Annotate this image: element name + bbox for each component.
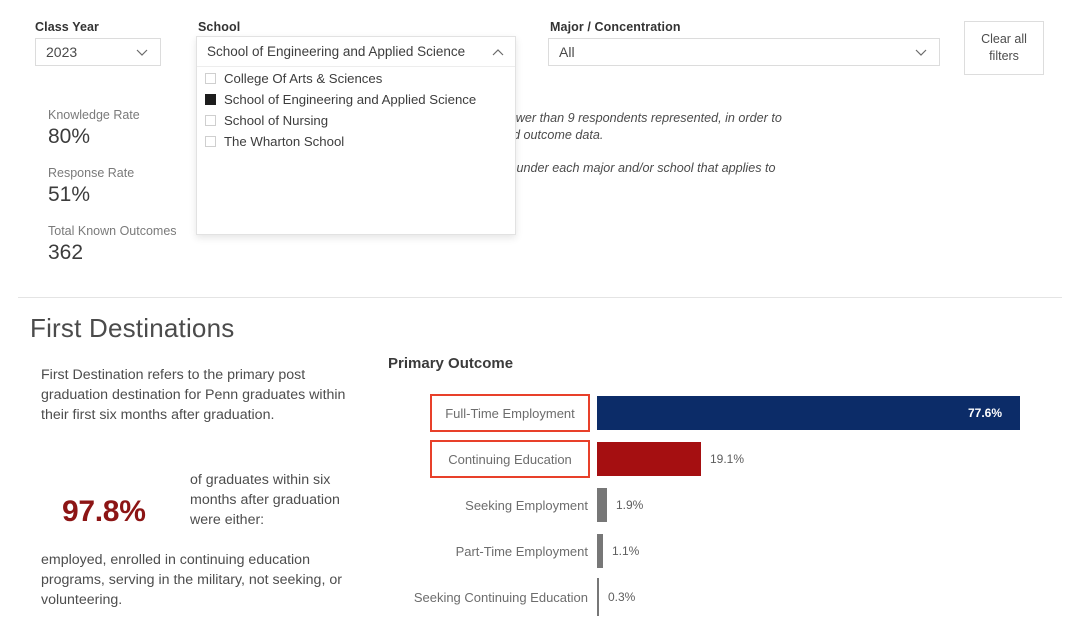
kpi-knowledge-rate: Knowledge Rate 80% [48, 108, 140, 149]
first-destinations-intro: First Destination refers to the primary … [41, 365, 361, 425]
chart-bar[interactable] [597, 442, 701, 476]
clear-all-filters-button[interactable]: Clear all filters [964, 21, 1044, 75]
kpi-value: 80% [48, 125, 140, 149]
school-option-list: College Of Arts & Sciences School of Eng… [197, 68, 515, 152]
primary-outcome-bar-chart: Full-Time Employment77.6%Continuing Educ… [388, 390, 1068, 634]
kpi-value: 362 [48, 241, 177, 265]
checkbox-unchecked-icon[interactable] [205, 136, 216, 147]
chart-category-label-highlighted[interactable]: Full-Time Employment [430, 394, 590, 432]
kpi-label: Knowledge Rate [48, 108, 140, 122]
section-divider [18, 297, 1062, 298]
school-dropdown-panel[interactable]: School of Engineering and Applied Scienc… [196, 36, 516, 235]
class-year-label: Class Year [35, 20, 99, 34]
kpi-response-rate: Response Rate 51% [48, 166, 134, 207]
chart-bar[interactable] [597, 396, 1020, 430]
big-percentage-description: of graduates within six months after gra… [190, 470, 360, 530]
chart-value-label: 19.1% [710, 436, 744, 482]
kpi-total-known-outcomes: Total Known Outcomes 362 [48, 224, 177, 265]
big-percentage: 97.8% [62, 495, 146, 529]
chart-value-label: 1.1% [612, 528, 639, 574]
checkbox-unchecked-icon[interactable] [205, 73, 216, 84]
chart-bar[interactable] [597, 534, 603, 568]
major-value: All [559, 44, 913, 60]
checkbox-checked-icon[interactable] [205, 94, 216, 105]
major-dropdown[interactable]: All [548, 38, 940, 66]
school-option-arts-sciences[interactable]: College Of Arts & Sciences [197, 68, 515, 89]
class-year-dropdown[interactable]: 2023 [35, 38, 161, 66]
chart-category-label-highlighted[interactable]: Continuing Education [430, 440, 590, 478]
school-option-label: School of Nursing [224, 113, 328, 128]
school-option-wharton[interactable]: The Wharton School [197, 131, 515, 152]
chart-bar-row[interactable]: Part-Time Employment 1.1% [388, 528, 1068, 574]
chart-bar-row[interactable]: Seeking Continuing Education 0.3% [388, 574, 1068, 620]
chevron-up-icon[interactable] [490, 44, 506, 60]
chart-title: Primary Outcome [388, 355, 513, 372]
chevron-down-icon [134, 44, 150, 60]
school-option-engineering[interactable]: School of Engineering and Applied Scienc… [197, 89, 515, 110]
school-option-label: School of Engineering and Applied Scienc… [224, 92, 476, 107]
chart-bar-row[interactable]: Continuing Education 19.1% [388, 436, 1068, 482]
clear-all-filters-line2: filters [989, 48, 1019, 65]
class-year-value: 2023 [46, 44, 134, 60]
chart-category-label[interactable]: Seeking Employment [465, 482, 597, 528]
school-option-nursing[interactable]: School of Nursing [197, 110, 515, 131]
chart-category-label[interactable]: Seeking Continuing Education [414, 574, 597, 620]
kpi-value: 51% [48, 183, 134, 207]
kpi-label: Total Known Outcomes [48, 224, 177, 238]
chart-value-label: 0.3% [608, 574, 635, 620]
chart-bar-row[interactable]: Seeking Employment 1.9% [388, 482, 1068, 528]
chart-value-label: 1.9% [616, 482, 643, 528]
chevron-down-icon [913, 44, 929, 60]
clear-all-filters-line1: Clear all [981, 31, 1027, 48]
major-label: Major / Concentration [550, 20, 681, 34]
kpi-label: Response Rate [48, 166, 134, 180]
school-label: School [198, 20, 240, 34]
school-option-label: The Wharton School [224, 134, 344, 149]
chart-bar[interactable] [597, 578, 599, 616]
school-dropdown-header[interactable]: School of Engineering and Applied Scienc… [197, 37, 515, 67]
school-option-label: College Of Arts & Sciences [224, 71, 382, 86]
school-selected-value: School of Engineering and Applied Scienc… [207, 44, 490, 59]
first-destinations-tail: employed, enrolled in continuing educati… [41, 550, 371, 610]
checkbox-unchecked-icon[interactable] [205, 115, 216, 126]
chart-value-label: 77.6% [968, 390, 1002, 436]
chart-category-label[interactable]: Part-Time Employment [456, 528, 597, 574]
chart-bar[interactable] [597, 488, 607, 522]
page-title: First Destinations [30, 313, 234, 344]
chart-bar-row[interactable]: Full-Time Employment 77.6% [388, 390, 1068, 436]
